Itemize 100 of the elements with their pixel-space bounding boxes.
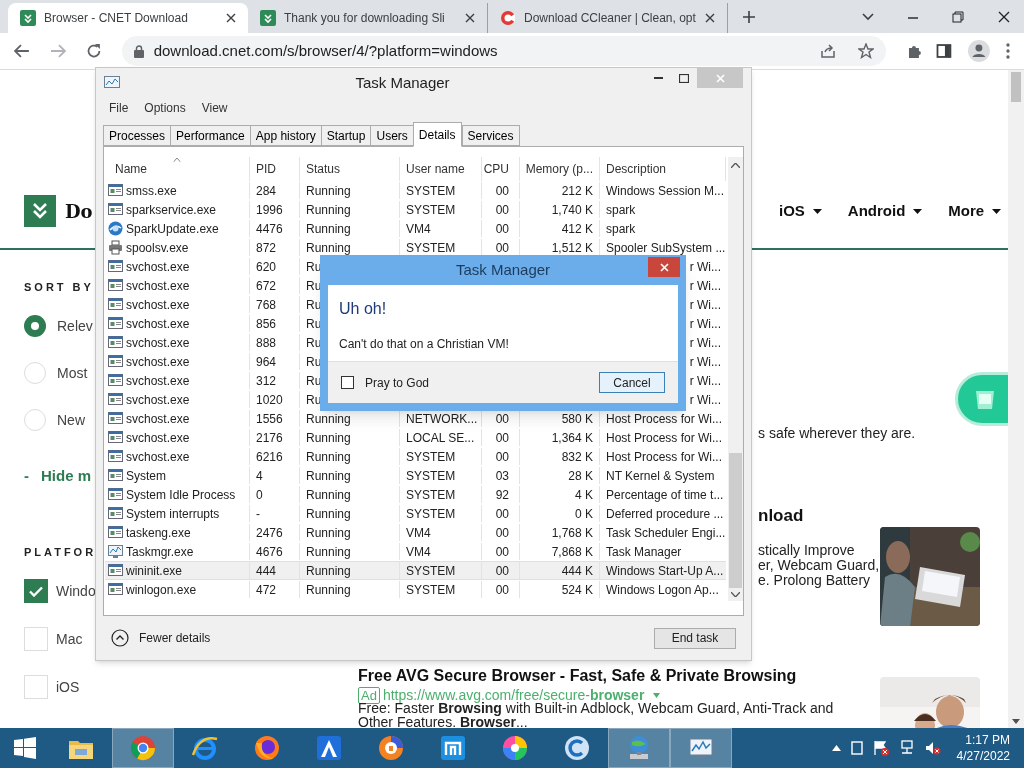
menu-item[interactable]: View — [201, 99, 228, 117]
result-title[interactable]: Free AVG Secure Browser - Fast, Safe & Private Browsing — [358, 667, 797, 685]
scrollbar-thumb[interactable] — [1011, 72, 1021, 102]
reload-icon[interactable] — [85, 43, 102, 59]
checkbox[interactable] — [24, 627, 48, 651]
back-icon[interactable] — [14, 44, 30, 58]
logo-text[interactable]: Do — [65, 198, 93, 225]
checkbox[interactable]: Pray to God — [341, 373, 430, 392]
table-row[interactable]: smss.exe 284 Running SYSTEM 00 212 K Windows Session M... — [105, 181, 726, 200]
logo-icon[interactable] — [24, 195, 56, 227]
nav-menu[interactable]: More — [948, 200, 1002, 223]
share-icon[interactable] — [820, 43, 837, 59]
table-row[interactable]: svchost.exe 6216 Running SYSTEM 00 832 K Host Process for Wi... — [105, 447, 726, 466]
taskbar-button[interactable] — [670, 728, 732, 768]
sidebar-icon[interactable] — [936, 43, 953, 59]
toggle-link[interactable]: Hide m — [41, 465, 91, 488]
radio-button[interactable] — [24, 315, 46, 337]
show-hidden-icon[interactable] — [831, 745, 841, 751]
toggle-sign[interactable]: - — [24, 465, 29, 488]
table-row[interactable]: winlogon.exe 472 Running SYSTEM 00 524 K Windows Logon Ap... — [105, 580, 726, 599]
nav-menu[interactable]: Android — [847, 200, 923, 223]
tab[interactable]: Processes — [103, 125, 172, 146]
table-row[interactable]: wininit.exe 444 Running SYSTEM 00 444 K Windows Start-Up A... — [105, 561, 726, 580]
scroll-up-icon[interactable] — [731, 163, 740, 168]
cancel-button[interactable]: Cancel — [599, 372, 665, 393]
minimize-icon — [653, 77, 663, 79]
close-icon[interactable] — [226, 13, 236, 23]
caret-icon[interactable] — [653, 693, 661, 698]
table-cell: 832 K — [561, 448, 593, 465]
scrollbar-thumb[interactable] — [729, 453, 742, 588]
clock[interactable]: 1:17 PM 4/27/2022 — [950, 732, 1010, 764]
table-cell: SYSTEM — [406, 486, 456, 503]
star-icon[interactable] — [858, 43, 875, 59]
puzzle-icon[interactable] — [906, 43, 923, 59]
table-cell: Running — [306, 201, 351, 218]
profile-icon[interactable] — [968, 40, 991, 62]
tab-title: Thank you for downloading Sli — [284, 10, 446, 27]
more-icon[interactable] — [1006, 43, 1010, 59]
tab[interactable]: Services — [461, 125, 520, 146]
device-icon[interactable] — [850, 741, 863, 755]
table-row[interactable]: System Idle Process 0 Running SYSTEM 92 4 K Percentage of time t... — [105, 485, 726, 504]
close-icon[interactable] — [465, 13, 475, 23]
table-cell: 00 — [495, 429, 509, 446]
tab[interactable]: Performance — [170, 125, 251, 146]
window-icon — [108, 354, 123, 369]
tab[interactable]: Details — [412, 122, 462, 147]
window-icon — [108, 392, 123, 407]
browser-tab[interactable]: Browser - CNET Download — [8, 3, 248, 33]
table-cell: taskeng.exe — [126, 524, 191, 541]
printer-icon — [108, 240, 123, 255]
table-row[interactable]: svchost.exe 2176 Running LOCAL SE... 00 1,364 K Host Process for Wi... — [105, 428, 726, 447]
close-icon[interactable] — [998, 10, 1010, 23]
end-task-button[interactable]: End task — [654, 627, 736, 649]
table-row[interactable]: taskeng.exe 2476 Running VM4 00 1,768 K Task Scheduler Engi... — [105, 523, 726, 542]
tab[interactable]: Users — [370, 125, 414, 146]
favicon-icon — [20, 10, 36, 26]
column-header[interactable]: Memory (p... — [520, 157, 600, 181]
speaker-muted-icon[interactable] — [924, 740, 941, 756]
tab[interactable]: Startup — [320, 125, 372, 146]
nav-menu[interactable]: iOS — [779, 200, 822, 223]
table-cell: smss.exe — [126, 182, 177, 199]
table-row[interactable]: System interrupts - Running SYSTEM 00 0 K Deferred procedure ... — [105, 504, 726, 523]
table-cell: System interrupts — [126, 505, 220, 522]
url-text: download.cnet.com/s/browser/4/?platform=windows — [153, 40, 499, 61]
close-icon[interactable] — [705, 13, 715, 23]
column-header[interactable]: Description — [600, 157, 726, 181]
address-bar[interactable]: download.cnet.com/s/browser/4/?platform=windows — [121, 36, 887, 66]
result-title[interactable]: nload — [758, 503, 804, 529]
scroll-down-icon[interactable] — [731, 592, 740, 597]
table-cell: svchost.exe — [126, 334, 190, 351]
menu-item[interactable]: Options — [144, 99, 186, 117]
table-cell: 524 K — [561, 581, 593, 598]
column-header[interactable]: PID — [250, 157, 300, 181]
close-button[interactable] — [648, 257, 680, 277]
flag-icon[interactable] — [872, 740, 889, 756]
table-row[interactable]: System 4 Running SYSTEM 03 28 K NT Kernel & System — [105, 466, 726, 485]
network-icon[interactable] — [898, 740, 915, 756]
checkbox[interactable] — [24, 579, 48, 603]
menu-item[interactable]: File — [109, 99, 129, 117]
column-header[interactable]: Name — [105, 157, 250, 181]
tab-title: Browser - CNET Download — [44, 10, 189, 27]
lock-icon[interactable] — [133, 44, 144, 58]
checkbox[interactable] — [24, 675, 48, 699]
column-header[interactable]: User name — [400, 157, 482, 181]
column-header[interactable]: Status — [300, 157, 400, 181]
window-icon — [108, 506, 123, 521]
plus-icon[interactable] — [742, 10, 756, 24]
tab[interactable]: App history — [249, 125, 322, 146]
dialog-message: Can't do that on a Christian VM! — [339, 336, 510, 353]
table-cell: Running — [306, 581, 351, 598]
table-row[interactable]: Taskmgr.exe 4676 Running VM4 00 7,868 K Task Manager — [105, 542, 726, 561]
fewer-details-button[interactable]: Fewer details — [111, 629, 211, 647]
chevron-down-icon[interactable] — [862, 12, 874, 21]
restore-icon[interactable] — [952, 10, 964, 23]
table-row[interactable]: sparkservice.exe 1996 Running SYSTEM 00 1,740 K spark — [105, 200, 726, 219]
scroll-down-icon[interactable] — [1012, 719, 1020, 724]
table-cell: NT Kernel & System — [606, 467, 715, 484]
window-icon — [108, 335, 123, 350]
column-header[interactable]: CPU — [482, 157, 520, 181]
table-row[interactable]: SparkUpdate.exe 4476 Running VM4 00 412 K spark — [105, 219, 726, 238]
